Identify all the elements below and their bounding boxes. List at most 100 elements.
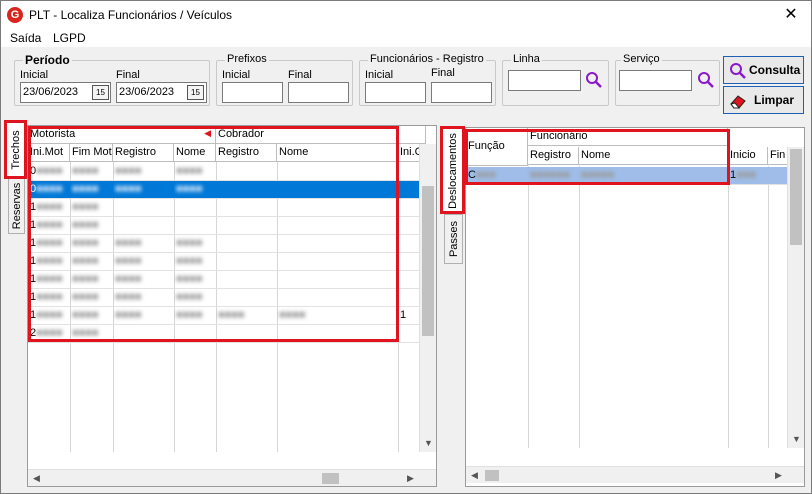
search-icon[interactable] xyxy=(585,71,603,89)
redacted-text: ■■■■ xyxy=(36,237,63,249)
table-cell xyxy=(277,289,398,306)
search-icon[interactable] xyxy=(697,71,715,89)
redacted-text: ■■■■ xyxy=(72,183,99,195)
table-row[interactable]: 1■■■■ ■■■■ xyxy=(28,199,419,217)
col-ini-cob[interactable]: Ini.C xyxy=(398,144,420,162)
search-icon xyxy=(729,62,747,80)
table-cell xyxy=(174,199,216,216)
scroll-down-icon[interactable]: ▼ xyxy=(420,435,436,452)
funcionarios-inicial-input[interactable] xyxy=(365,82,426,103)
tab-deslocamentos[interactable]: Deslocamentos xyxy=(442,128,463,214)
scroll-right-icon[interactable]: ▶ xyxy=(402,470,419,486)
table-cell xyxy=(398,235,420,252)
scroll-left-icon[interactable]: ◀ xyxy=(28,470,45,486)
col-ini-mot[interactable]: Ini.Mot xyxy=(28,144,70,162)
menu-saida[interactable]: Saída xyxy=(10,31,41,45)
consulta-button[interactable]: Consulta xyxy=(723,56,804,84)
calendar-icon[interactable]: 15 xyxy=(187,85,204,100)
table-row[interactable]: 2■■■■ ■■■■ xyxy=(28,325,419,343)
redacted-text: ■■■■ xyxy=(176,309,203,321)
table-cell: ■■■■ xyxy=(70,271,113,288)
prefixos-inicial-label: Inicial xyxy=(222,69,251,81)
table-cell xyxy=(277,325,398,342)
menu-lgpd[interactable]: LGPD xyxy=(53,31,86,45)
horizontal-scrollbar[interactable]: ◀ ▶ xyxy=(28,469,436,486)
table-cell xyxy=(277,181,398,198)
deslocamentos-grid[interactable]: Função Funcionário Registro Nome Inicio … xyxy=(465,127,805,487)
table-cell: ■■■■ xyxy=(174,235,216,252)
funcionarios-legend: Funcionários - Registro xyxy=(368,53,486,65)
table-cell: ■■■■ xyxy=(70,253,113,270)
limpar-button[interactable]: Limpar xyxy=(723,86,804,114)
horizontal-scrollbar[interactable]: ◀ ▶ xyxy=(466,466,804,483)
scroll-right-icon[interactable]: ▶ xyxy=(770,467,787,484)
table-cell: ■■■■ xyxy=(113,271,174,288)
servico-input[interactable] xyxy=(619,70,692,91)
main-window: G PLT - Localiza Funcionários / Veículos… xyxy=(0,0,812,494)
col-nome-cob[interactable]: Nome xyxy=(277,144,398,162)
table-row[interactable]: 1■■■■ ■■■■ ■■■■ ■■■■ ■■■■ ■■■■ 1 xyxy=(28,307,419,325)
table-cell: 2■■■■ xyxy=(30,327,63,339)
table-row[interactable]: 1■■■■ ■■■■ ■■■■ ■■■■ xyxy=(28,235,419,253)
table-row[interactable]: 1■■■■ ■■■■ xyxy=(28,217,419,235)
linha-input[interactable] xyxy=(508,70,581,91)
col-nome[interactable]: Nome xyxy=(579,147,728,165)
vertical-scrollbar[interactable]: ▼ xyxy=(419,144,436,452)
table-row[interactable]: 0■■■■ ■■■■ ■■■■ ■■■■ xyxy=(28,163,419,181)
prefixos-final-input[interactable] xyxy=(288,82,349,103)
servico-group: Serviço xyxy=(615,53,720,106)
table-cell xyxy=(216,199,277,216)
table-cell: 1■■■■ xyxy=(30,201,63,213)
tab-reservas[interactable]: Reservas xyxy=(8,178,25,234)
table-cell xyxy=(398,163,420,180)
col-nome-mot[interactable]: Nome xyxy=(174,144,216,162)
group-header-funcionario: Funcionário xyxy=(528,128,728,146)
redacted-text: ■■■■ xyxy=(72,273,99,285)
prefixos-group: Prefixos Inicial Final xyxy=(216,53,353,106)
table-row[interactable]: C■■■ ■■■■■■ ■■■■■ 1■■■ xyxy=(466,167,788,185)
calendar-icon[interactable]: 15 xyxy=(92,85,109,100)
table-row[interactable]: 0■■■■ ■■■■ ■■■■ ■■■■ xyxy=(28,181,419,199)
col-fin[interactable]: Fin xyxy=(768,147,788,165)
redacted-text: ■■■■ xyxy=(36,219,63,231)
redacted-text: ■■■■ xyxy=(72,327,99,339)
redacted-text: ■■■■ xyxy=(176,255,203,267)
table-cell xyxy=(398,325,420,342)
table-cell xyxy=(277,217,398,234)
consulta-label: Consulta xyxy=(749,63,801,77)
scroll-thumb[interactable] xyxy=(790,149,802,245)
table-row[interactable]: 1■■■■ ■■■■ ■■■■ ■■■■ xyxy=(28,289,419,307)
group-header-cobrador: Cobrador xyxy=(216,126,426,144)
funcionarios-final-input[interactable] xyxy=(431,82,492,103)
close-button[interactable]: ✕ xyxy=(771,1,811,29)
scroll-thumb[interactable] xyxy=(322,473,339,484)
col-funcao[interactable]: Função xyxy=(466,128,528,166)
tab-passes[interactable]: Passes xyxy=(444,214,463,264)
prefixos-inicial-input[interactable] xyxy=(222,82,283,103)
table-row[interactable]: 1■■■■ ■■■■ ■■■■ ■■■■ xyxy=(28,271,419,289)
scroll-thumb[interactable] xyxy=(485,470,499,481)
col-registro-cob[interactable]: Registro xyxy=(216,144,277,162)
scroll-thumb[interactable] xyxy=(422,186,434,336)
table-cell: 0■■■■ xyxy=(30,183,63,195)
linha-legend: Linha xyxy=(511,53,542,65)
col-registro-mot[interactable]: Registro xyxy=(113,144,174,162)
redacted-text: ■■■■ xyxy=(36,183,63,195)
tab-trechos[interactable]: Trechos xyxy=(6,122,25,178)
table-row[interactable]: 1■■■■ ■■■■ ■■■■ ■■■■ xyxy=(28,253,419,271)
linha-group: Linha xyxy=(502,53,609,106)
table-cell: 1■■■■ xyxy=(30,237,63,249)
col-inicio[interactable]: Inicio xyxy=(728,147,768,165)
group-header-motorista: Motorista ◀ xyxy=(28,126,216,144)
trechos-grid[interactable]: Motorista ◀ Cobrador Ini.Mot Fim Mot Reg… xyxy=(27,125,437,487)
redacted-text: ■■■■ xyxy=(115,237,142,249)
vertical-scrollbar[interactable]: ▼ xyxy=(787,147,804,448)
redacted-text: ■■■■ xyxy=(279,309,306,321)
col-registro[interactable]: Registro xyxy=(528,147,579,165)
window-title: PLT - Localiza Funcionários / Veículos xyxy=(29,8,232,22)
col-fim-mot[interactable]: Fim Mot xyxy=(70,144,113,162)
scroll-down-icon[interactable]: ▼ xyxy=(788,431,804,448)
table-cell xyxy=(398,289,420,306)
scroll-left-icon[interactable]: ◀ xyxy=(466,467,483,484)
sort-arrow-icon: ◀ xyxy=(204,128,211,138)
